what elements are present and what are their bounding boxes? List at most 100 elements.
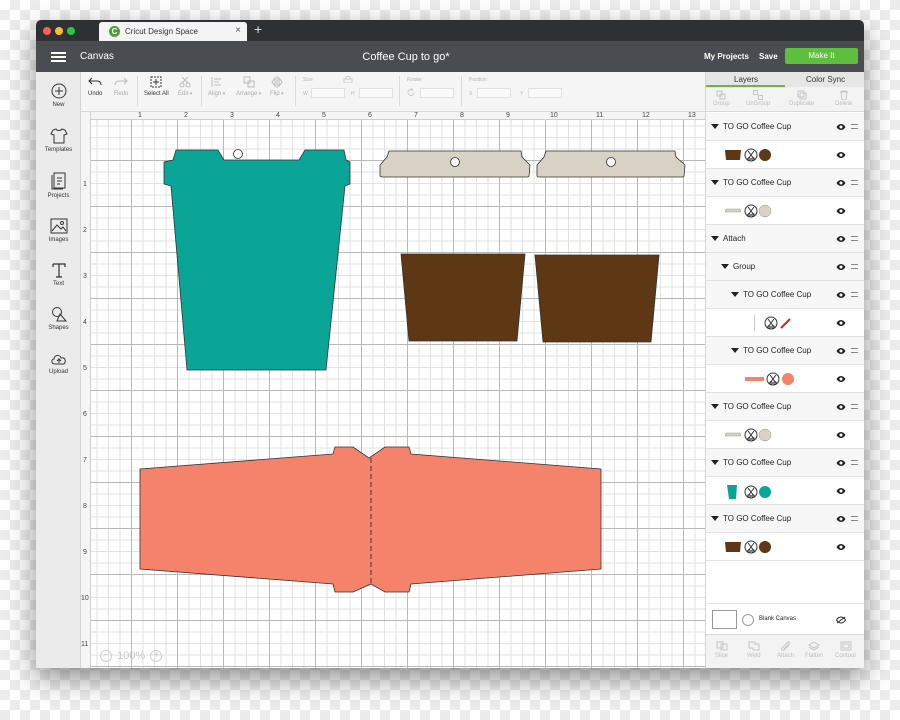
layer-row-attach[interactable]: Attach [706,225,864,253]
eye-icon[interactable] [836,375,846,383]
teal-cup-shape[interactable] [163,149,351,371]
flip-button[interactable]: Flip ▾ [270,76,284,97]
eye-hidden-icon[interactable] [836,616,846,624]
eye-icon[interactable] [836,207,846,215]
eye-icon[interactable] [836,291,846,299]
brown-sleeve-left[interactable] [400,253,526,342]
caret-down-icon[interactable] [731,348,739,353]
sidebar-item-new[interactable]: New [36,83,81,108]
edit-button[interactable]: Edit ▾ [178,76,192,97]
layer-row[interactable]: TO GO Coffee Cup [706,169,864,197]
drag-handle-icon[interactable] [851,404,858,409]
layer-row[interactable]: TO GO Coffee Cup [706,505,864,533]
salmon-wrap-shape[interactable] [139,446,602,593]
eye-icon[interactable] [836,487,846,495]
design-canvas[interactable]: 1 2 3 4 5 6 7 8 9 10 11 12 13 1 2 3 4 5 … [81,112,705,668]
drag-handle-icon[interactable] [851,460,858,465]
canvas-color-circle[interactable] [742,614,754,626]
layer-row[interactable]: TO GO Coffee Cup [706,113,864,141]
delete-button[interactable]: Delete [835,90,852,107]
slice-button[interactable]: Slice [715,641,728,659]
arrange-button[interactable]: Arrange ▾ [236,76,261,97]
sidebar-item-projects[interactable]: Projects [36,172,81,199]
drag-handle-icon[interactable] [851,236,858,241]
new-tab-button[interactable]: + [254,21,262,37]
layer-row[interactable]: TO GO Coffee Cup [706,449,864,477]
zoom-out-button[interactable]: − [100,650,112,663]
tab-color-sync[interactable]: Color Sync [806,75,845,84]
drag-handle-icon[interactable] [851,516,858,521]
group-button[interactable]: Group [713,90,730,107]
attach-button[interactable]: Attach [777,641,794,659]
eye-icon[interactable] [836,543,846,551]
sidebar-item-images[interactable]: Images [36,218,81,243]
eye-icon[interactable] [836,515,846,523]
layer-items-row[interactable] [706,421,864,449]
sidebar-item-shapes[interactable]: Shapes [36,306,81,331]
sidebar-item-text[interactable]: Text [36,262,81,287]
minimize-window-button[interactable] [55,27,63,35]
drag-handle-icon[interactable] [851,292,858,297]
drag-handle-icon[interactable] [851,264,858,269]
caret-down-icon[interactable] [711,124,719,129]
close-window-button[interactable] [43,27,51,35]
make-it-button[interactable]: Make It [785,48,858,64]
eye-icon[interactable] [836,235,846,243]
sidebar-item-upload[interactable]: Upload [36,352,81,375]
layer-row[interactable]: TO GO Coffee Cup [706,337,864,365]
eye-icon[interactable] [836,403,846,411]
align-button[interactable]: Align ▾ [208,76,225,97]
save-button[interactable]: Save [759,52,778,61]
zoom-in-button[interactable]: + [150,650,163,663]
drag-handle-icon[interactable] [851,348,858,353]
layer-items-row[interactable] [706,533,864,561]
position-x-field[interactable] [477,88,511,98]
ungroup-button[interactable]: UnGroup [746,90,770,107]
tab-layers[interactable]: Layers [734,75,758,84]
contour-button[interactable]: Contour [835,641,856,659]
eye-icon[interactable] [836,431,846,439]
layer-items-row[interactable] [706,309,864,337]
eye-icon[interactable] [836,151,846,159]
caret-down-icon[interactable] [711,180,719,185]
position-y-field[interactable] [528,88,562,98]
drag-handle-icon[interactable] [851,124,858,129]
duplicate-button[interactable]: Duplicate [789,90,814,107]
flatten-button[interactable]: Flatten [805,641,823,659]
caret-down-icon[interactable] [731,292,739,297]
caret-down-icon[interactable] [721,264,729,269]
eye-icon[interactable] [836,123,846,131]
eye-icon[interactable] [836,347,846,355]
sidebar-item-templates[interactable]: Templates [36,128,81,153]
rotate-field[interactable] [420,88,454,98]
brown-sleeve-right[interactable] [534,254,660,343]
layer-items-row[interactable] [706,365,864,393]
redo-button[interactable]: Redo [114,76,128,97]
canvas-color-swatch[interactable] [712,610,737,629]
eye-icon[interactable] [836,179,846,187]
drag-handle-icon[interactable] [851,180,858,185]
eye-icon[interactable] [836,263,846,271]
eye-icon[interactable] [836,319,846,327]
blank-canvas-row[interactable]: Blank Canvas [706,603,864,633]
undo-button[interactable]: Undo [88,76,102,97]
caret-down-icon[interactable] [711,236,719,241]
caret-down-icon[interactable] [711,460,719,465]
caret-down-icon[interactable] [711,404,719,409]
select-all-button[interactable]: Select All [144,76,169,97]
maximize-window-button[interactable] [67,27,75,35]
layer-items-row[interactable] [706,141,864,169]
caret-down-icon[interactable] [711,516,719,521]
width-field[interactable] [311,88,345,98]
layer-items-row[interactable] [706,197,864,225]
browser-tab[interactable]: C Cricut Design Space × [99,22,247,41]
layer-row-group[interactable]: Group [706,253,864,281]
weld-button[interactable]: Weld [747,641,761,659]
layer-row[interactable]: TO GO Coffee Cup [706,393,864,421]
lock-icon[interactable] [343,76,353,83]
layer-row[interactable]: TO GO Coffee Cup [706,281,864,309]
height-field[interactable] [359,88,393,98]
close-tab-icon[interactable]: × [235,25,241,36]
my-projects-link[interactable]: My Projects [704,52,749,61]
layer-items-row[interactable] [706,477,864,505]
